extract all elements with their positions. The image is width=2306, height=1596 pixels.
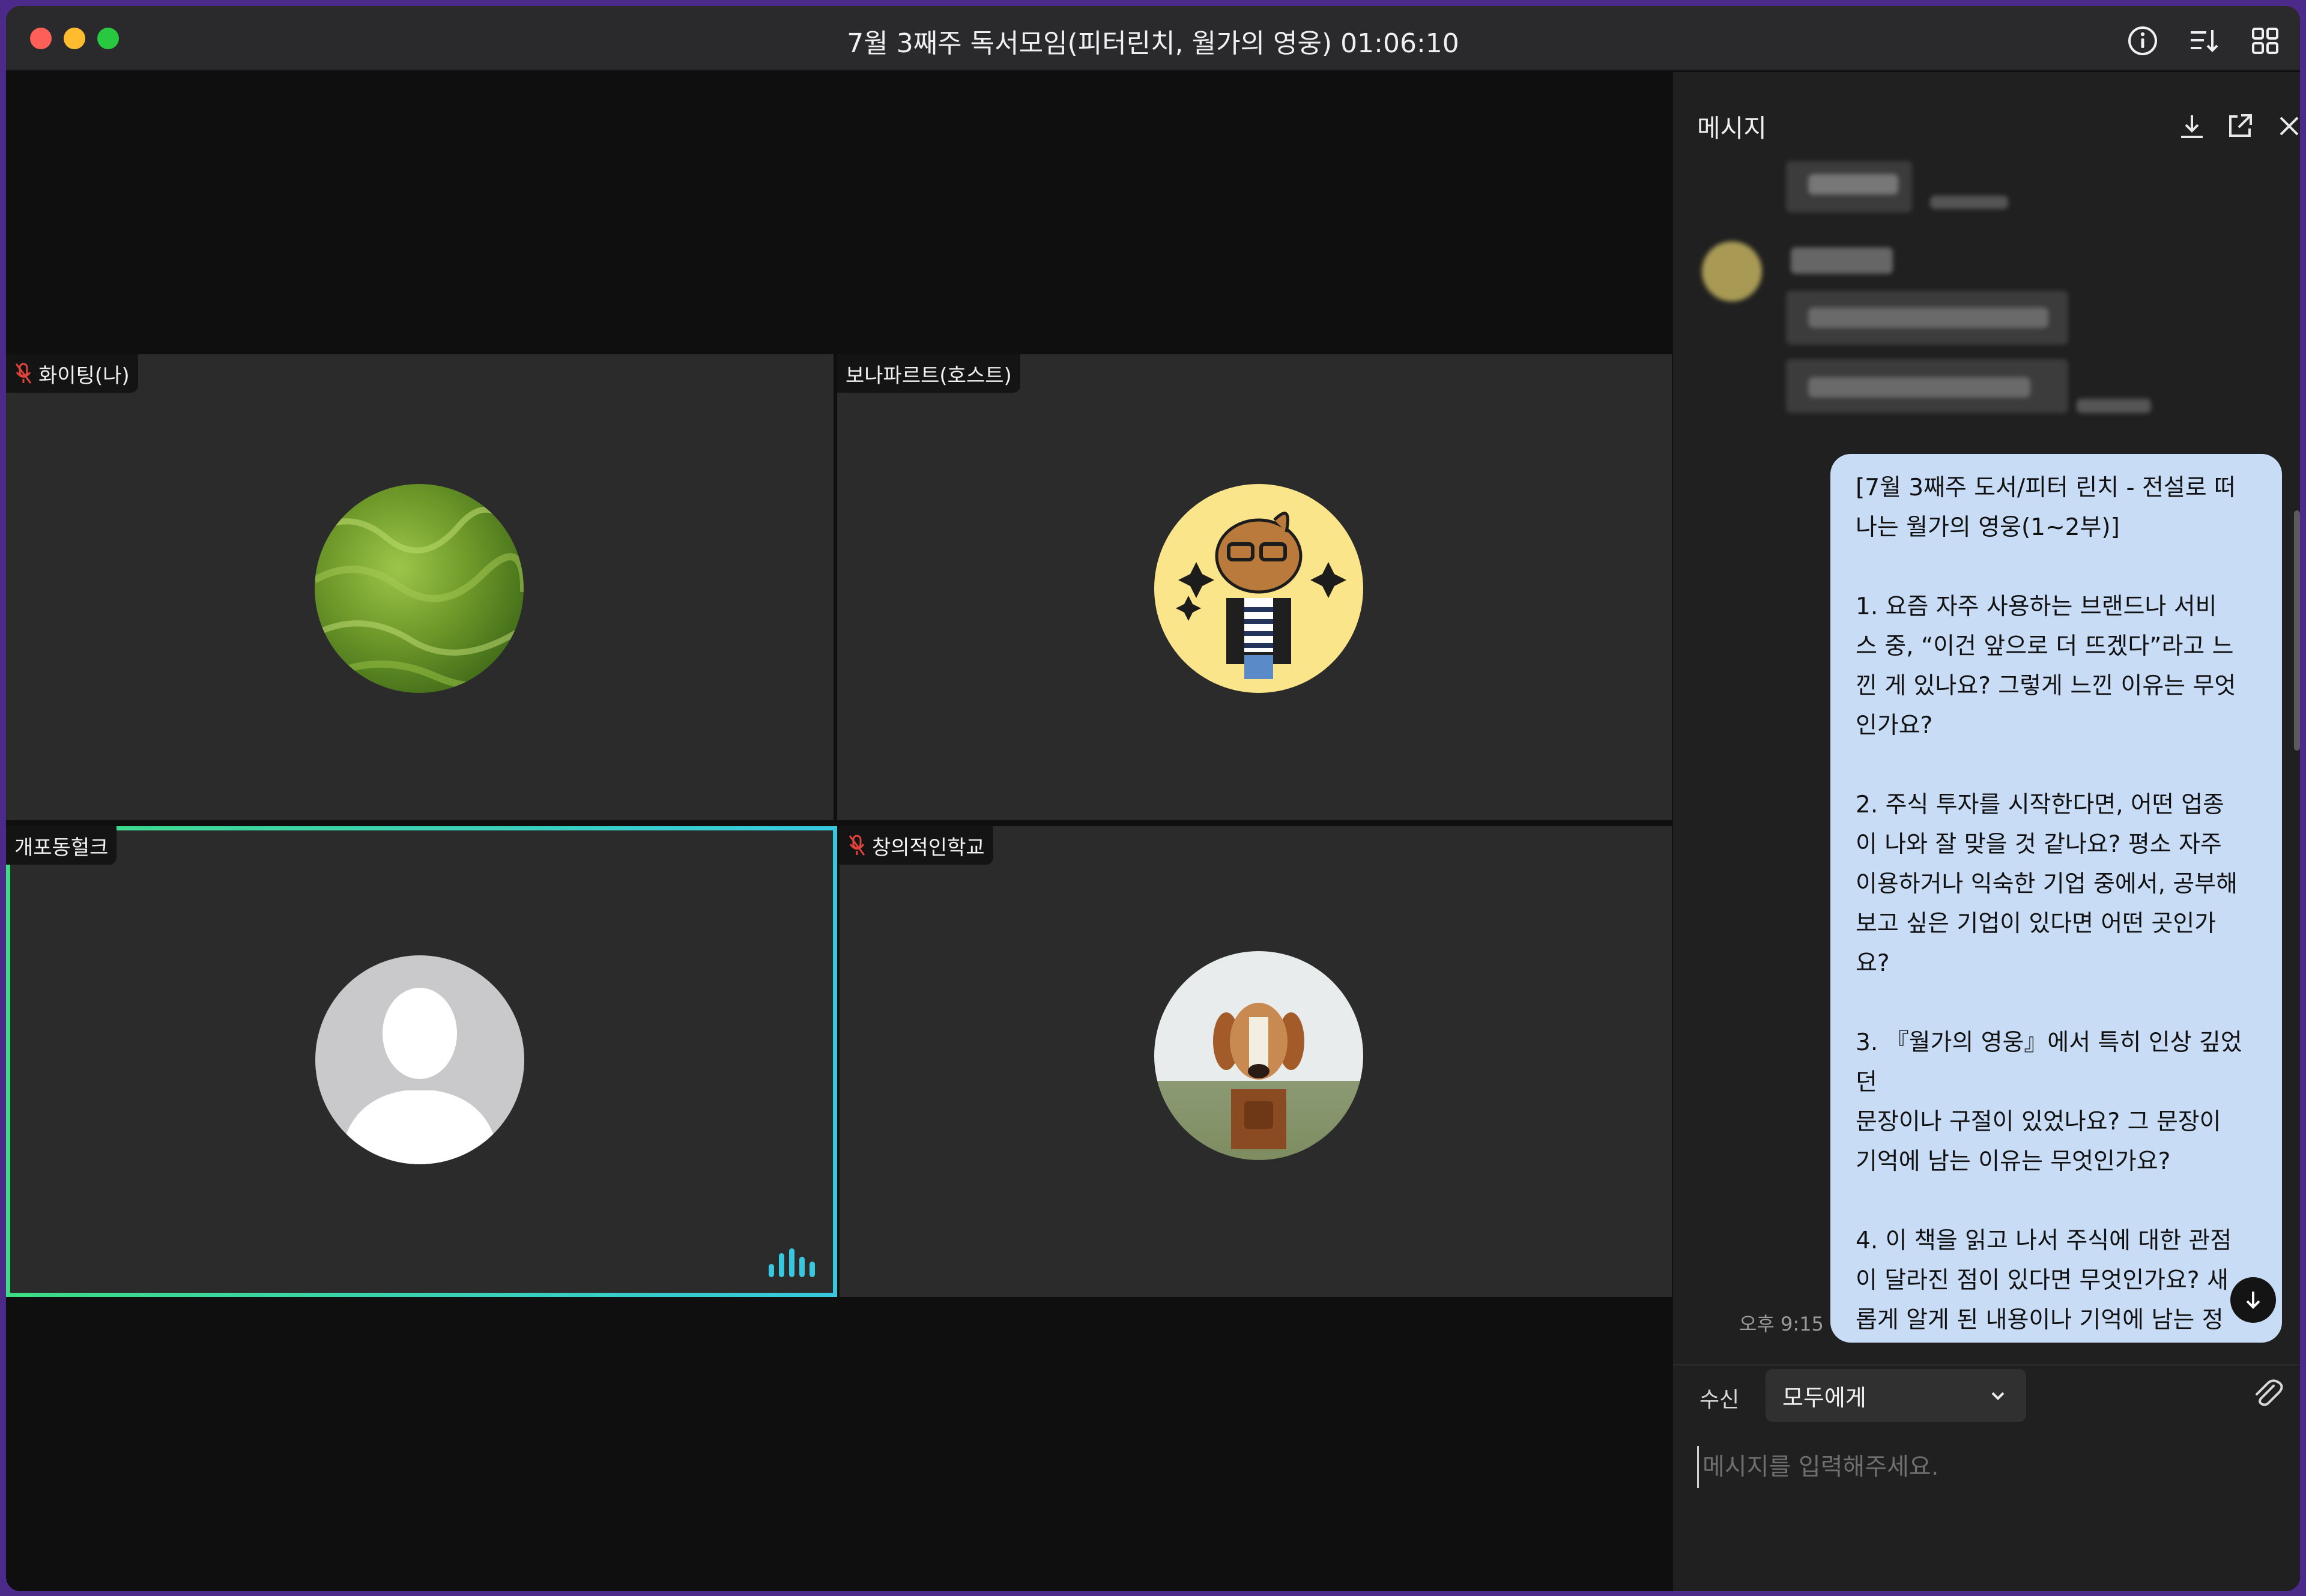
avatar-dog-photo <box>1154 951 1363 1160</box>
sort-list-icon[interactable] <box>2187 24 2221 58</box>
blurred-text <box>1808 307 2048 328</box>
participant-tile[interactable]: 보나파르트(호스트) <box>837 354 1672 820</box>
video-grid: 화이팅(나) 보나파르트(호스트) 개포동헐크 창의적인학교 <box>6 72 1672 1591</box>
participant-label: 보나파르트(호스트) <box>837 354 1020 393</box>
chat-panel: 메시지 [7월 3째주 도서/피터 린치 - 전설로 떠 나는 월가의 영웅(1… <box>1673 72 2300 1591</box>
participant-name: 창의적인학교 <box>872 835 985 860</box>
download-icon[interactable] <box>2176 110 2208 142</box>
chat-panel-title: 메시지 <box>1697 113 1767 143</box>
dog-photo-icon <box>1213 1003 1304 1149</box>
chat-scrollbar[interactable] <box>2294 510 2300 751</box>
mic-muted-icon <box>15 363 32 384</box>
meeting-window: 7월 3째주 독서모임(피터린치, 월가의 영웅) 01:06:10 화이팅(나… <box>6 6 2300 1591</box>
grid-view-icon[interactable] <box>2248 24 2282 58</box>
window-title: 7월 3째주 독서모임(피터린치, 월가의 영웅) 01:06:10 <box>847 28 1459 59</box>
info-icon[interactable] <box>2126 24 2159 58</box>
blurred-sender-name <box>1791 247 1893 274</box>
close-icon[interactable] <box>2274 110 2300 142</box>
message-timestamp: 오후 9:15 <box>1739 1313 1824 1335</box>
scroll-to-bottom-button[interactable] <box>2230 1277 2276 1323</box>
participant-label: 개포동헐크 <box>6 826 117 865</box>
speaking-indicator-icon <box>769 1248 815 1277</box>
avatar-cartoon-dog-sticker <box>1154 484 1363 693</box>
avatar-grass-photo <box>315 484 524 693</box>
paperclip-icon[interactable] <box>2250 1376 2286 1412</box>
cartoon-dog-icon <box>1176 512 1346 679</box>
participant-name: 개포동헐크 <box>14 835 109 860</box>
avatar-default-person <box>315 955 524 1164</box>
participant-label: 화이팅(나) <box>6 354 138 393</box>
chevron-down-icon <box>1991 1392 2005 1400</box>
participant-name: 보나파르트(호스트) <box>846 363 1012 388</box>
message-input[interactable] <box>1697 1446 2274 1488</box>
participant-name: 화이팅(나) <box>38 363 130 388</box>
blurred-time <box>2077 399 2151 413</box>
mic-muted-icon <box>849 835 865 856</box>
divider <box>1673 1364 2300 1365</box>
participant-label: 창의적인학교 <box>840 826 993 865</box>
grass-texture <box>315 506 524 689</box>
blurred-time <box>1930 196 2008 209</box>
recipient-value: 모두에게 <box>1782 1384 1866 1411</box>
participant-tile[interactable]: 화이팅(나) <box>6 354 834 820</box>
participant-tile[interactable]: 창의적인학교 <box>840 826 1672 1297</box>
blurred-text <box>1808 377 2030 397</box>
title-bar: 7월 3째주 독서모임(피터린치, 월가의 영웅) 01:06:10 <box>6 6 2300 71</box>
arrow-down-icon <box>2246 1292 2260 1309</box>
person-icon <box>339 988 500 1164</box>
recipient-dropdown[interactable]: 모두에게 <box>1766 1369 2026 1422</box>
participant-tile-speaking[interactable]: 개포동헐크 <box>6 826 837 1297</box>
chat-message-bubble: [7월 3째주 도서/피터 린치 - 전설로 떠 나는 월가의 영웅(1~2부)… <box>1830 454 2282 1343</box>
blurred-avatar <box>1702 241 1762 301</box>
recipient-label: 수신 <box>1699 1388 1740 1412</box>
popout-icon[interactable] <box>2224 110 2256 142</box>
blurred-text <box>1808 174 1898 195</box>
